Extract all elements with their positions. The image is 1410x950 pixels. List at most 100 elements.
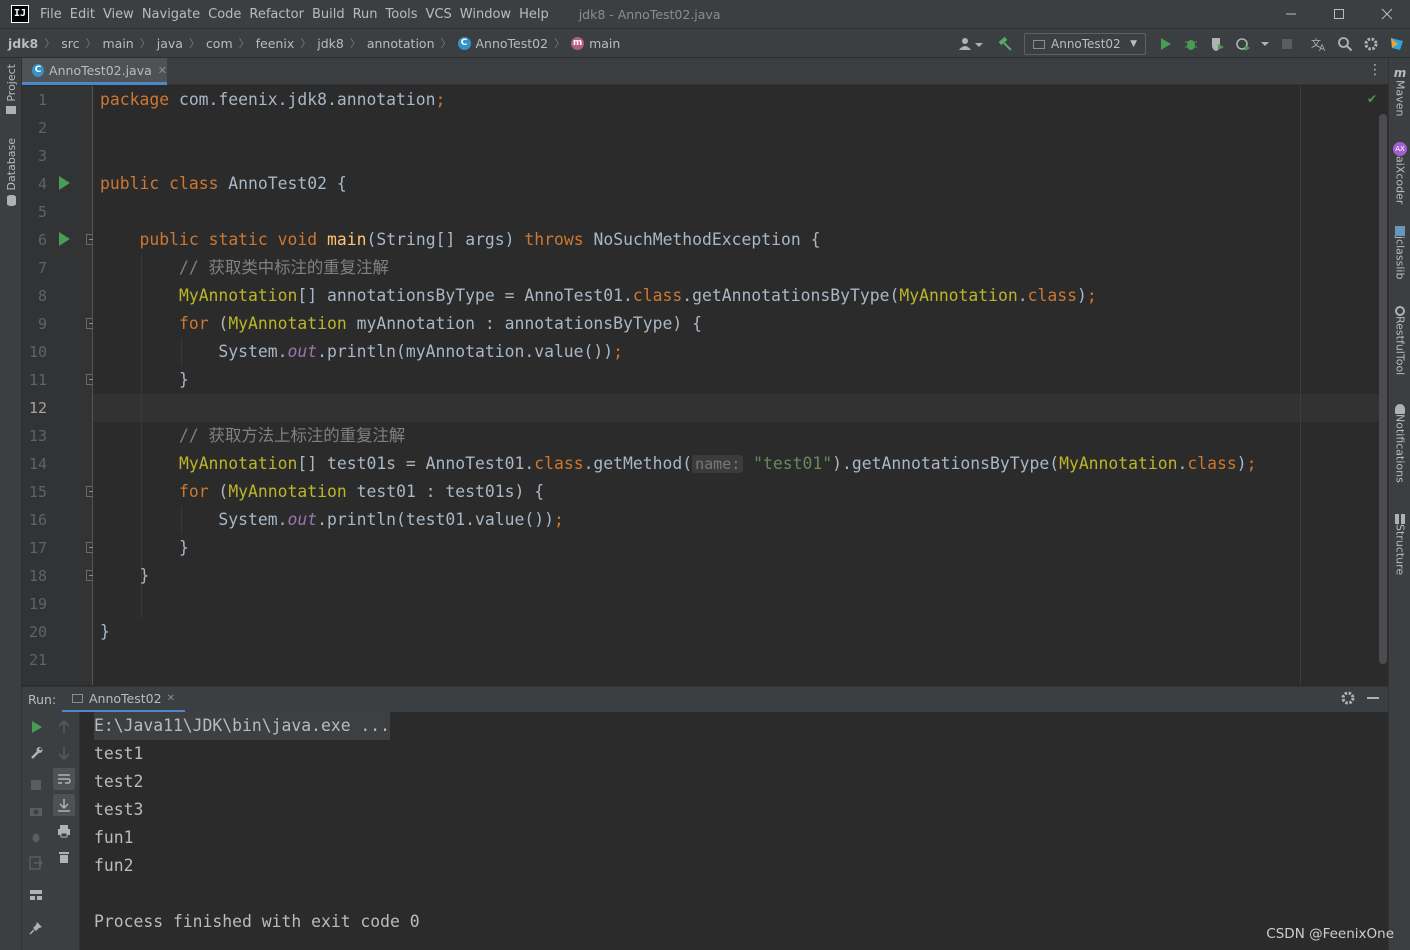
scrollbar-thumb[interactable] <box>1379 114 1387 664</box>
run-icon[interactable] <box>1154 33 1176 55</box>
profile-icon[interactable] <box>1232 33 1254 55</box>
console-icon <box>72 694 83 703</box>
close-tab-icon[interactable]: ✕ <box>158 64 167 77</box>
breadcrumb-feenix[interactable]: feenix <box>256 36 295 51</box>
line-number: 19 <box>28 595 47 613</box>
bell-icon <box>1395 404 1405 414</box>
breadcrumb-main[interactable]: main <box>103 36 134 51</box>
print-icon[interactable] <box>50 820 78 842</box>
trash-icon[interactable] <box>50 846 78 868</box>
menu-build[interactable]: Build <box>312 7 345 22</box>
chevron-down-icon: ▼ <box>1130 39 1137 49</box>
code-line-7: // 获取类中标注的重复注解 <box>178 258 389 277</box>
minimize-icon[interactable] <box>1268 0 1314 28</box>
editor-tab-annotest02[interactable]: C AnnoTest02.java ✕ <box>22 58 167 85</box>
line-number: 7 <box>37 259 47 277</box>
right-tool-strip: m Maven AX aiXcoder jclasslib RestfulToo… <box>1388 58 1410 950</box>
camera-icon[interactable] <box>22 800 50 822</box>
tool-window-notifications[interactable]: Notifications <box>1389 404 1410 483</box>
edit-config-wrench-icon[interactable] <box>22 742 50 764</box>
menu-run[interactable]: Run <box>353 7 378 22</box>
menu-window[interactable]: Window <box>460 7 511 22</box>
run-panel-label: Run: <box>28 692 57 707</box>
tool-window-project[interactable]: Project <box>0 64 22 114</box>
code-line-17: } <box>100 538 189 557</box>
run-class-gutter-icon[interactable] <box>59 176 70 190</box>
stop-icon[interactable] <box>1276 33 1298 55</box>
title-bar: IJ File Edit View Navigate Code Refactor… <box>0 0 1410 28</box>
menu-vcs[interactable]: VCS <box>426 7 452 22</box>
user-icon[interactable] <box>956 33 986 55</box>
code-line-9: for (MyAnnotation myAnnotation : annotat… <box>178 314 702 333</box>
menu-view[interactable]: View <box>103 7 134 22</box>
tool-window-maven[interactable]: m Maven <box>1389 66 1410 116</box>
code-editor[interactable]: package com.feenix.jdk8.annotation; publ… <box>93 86 1379 685</box>
java-class-icon: C <box>32 63 45 77</box>
maximize-icon[interactable] <box>1316 0 1362 28</box>
line-number: 13 <box>28 427 47 445</box>
method-icon: m <box>571 36 585 50</box>
breadcrumb-project[interactable]: jdk8 <box>8 36 38 51</box>
arrow-up-icon[interactable] <box>50 716 78 738</box>
tool-window-database[interactable]: Database <box>0 138 22 206</box>
restful-icon <box>1395 306 1405 316</box>
more-run-options-icon[interactable] <box>1258 33 1272 55</box>
run-tab-label: AnnoTest02 <box>89 691 162 706</box>
exit-icon[interactable] <box>22 852 50 874</box>
run-tab-annotest02[interactable]: AnnoTest02 ✕ <box>62 687 185 713</box>
build-hammer-icon[interactable] <box>994 33 1016 55</box>
breadcrumb-jdk8[interactable]: jdk8 <box>317 36 344 51</box>
run-console[interactable]: E:\Java11\JDK\bin\java.exe ... test1 tes… <box>80 712 1388 950</box>
layout-icon[interactable] <box>22 884 50 906</box>
tool-window-structure[interactable]: Structure <box>1389 514 1410 575</box>
line-number: 6 <box>37 231 47 249</box>
breadcrumb-com[interactable]: com <box>206 36 233 51</box>
run-main-gutter-icon[interactable] <box>59 232 70 246</box>
menu-code[interactable]: Code <box>208 7 241 22</box>
console-command-line[interactable]: E:\Java11\JDK\bin\java.exe ... <box>94 712 391 740</box>
pin-icon[interactable] <box>22 917 50 939</box>
inspection-ok-icon[interactable]: ✔ <box>1367 92 1377 106</box>
search-icon[interactable] <box>1334 33 1356 55</box>
rerun-icon[interactable] <box>22 716 50 738</box>
debug-bug-icon[interactable] <box>22 826 50 848</box>
translate-icon[interactable]: 文A <box>1308 33 1330 55</box>
tool-window-database-label: Database <box>4 138 18 191</box>
breadcrumb-java[interactable]: java <box>157 36 183 51</box>
scroll-to-end-icon[interactable] <box>53 794 75 816</box>
settings-gear-icon[interactable] <box>1360 33 1382 55</box>
tool-window-jclasslib[interactable]: jclasslib <box>1389 226 1410 279</box>
breadcrumb-src[interactable]: src <box>61 36 79 51</box>
menu-help[interactable]: Help <box>519 7 549 22</box>
breadcrumb-method[interactable]: m main <box>571 36 620 51</box>
close-run-tab-icon[interactable]: ✕ <box>167 693 175 704</box>
breadcrumb-annotation[interactable]: annotation <box>367 36 435 51</box>
menu-tools[interactable]: Tools <box>386 7 418 22</box>
menu-edit[interactable]: Edit <box>70 7 95 22</box>
aixcoder-icon: AX <box>1393 142 1407 156</box>
line-number: 15 <box>28 483 47 501</box>
menu-file[interactable]: File <box>40 7 62 22</box>
debug-icon[interactable] <box>1180 33 1202 55</box>
hide-panel-icon[interactable] <box>1366 690 1380 710</box>
code-line-4: public class AnnoTest02 { <box>100 174 347 193</box>
tool-window-restfultool[interactable]: RestfulTool <box>1389 306 1410 375</box>
soft-wrap-icon[interactable] <box>53 768 75 790</box>
current-line-highlight <box>93 394 1379 422</box>
menu-navigate[interactable]: Navigate <box>142 7 200 22</box>
breadcrumb-class[interactable]: C AnnoTest02 <box>457 36 548 51</box>
coverage-icon[interactable] <box>1206 33 1228 55</box>
arrow-down-icon[interactable] <box>50 742 78 764</box>
code-line-13: // 获取方法上标注的重复注解 <box>178 426 406 445</box>
close-window-icon[interactable] <box>1364 0 1410 28</box>
more-tabs-icon[interactable]: ⋮ <box>1368 62 1382 78</box>
stop-run-icon[interactable] <box>22 774 50 796</box>
run-configuration-select[interactable]: AnnoTest02 ▼ <box>1024 33 1146 55</box>
run-settings-gear-icon[interactable] <box>1340 690 1356 710</box>
code-line-11: } <box>100 370 189 389</box>
tool-window-restfultool-label: RestfulTool <box>1393 316 1407 376</box>
menu-refactor[interactable]: Refactor <box>249 7 304 22</box>
tool-window-aixcoder[interactable]: AX aiXcoder <box>1389 142 1410 204</box>
editor-scrollbar[interactable]: ✔ <box>1367 86 1388 685</box>
toolbox-icon[interactable] <box>1386 33 1408 55</box>
